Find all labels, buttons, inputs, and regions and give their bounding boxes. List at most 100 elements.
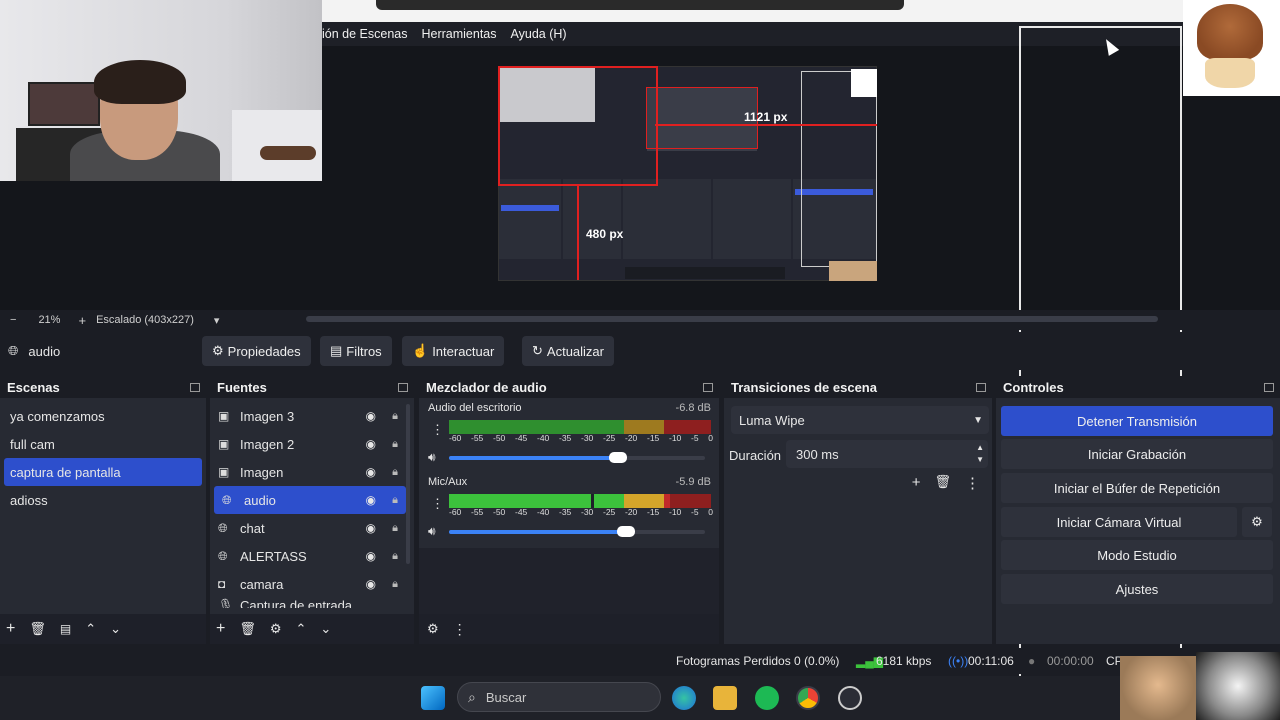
transition-selected: Luma Wipe [739, 412, 805, 428]
virtual-camera-button[interactable]: Iniciar Cámara Virtual [1001, 507, 1237, 537]
undock-icon[interactable] [190, 382, 200, 392]
speaker-icon[interactable]: 🔊︎ [428, 450, 436, 465]
more-icon[interactable]: ⋮ [965, 474, 980, 492]
sources-scrollbar[interactable] [406, 404, 410, 564]
source-item[interactable]: 🎙︎ Captura de entrada [210, 598, 414, 608]
transition-select[interactable]: Luma Wipe ▼ [731, 406, 989, 434]
duration-input[interactable]: 300 ms ▲ ▼ [786, 440, 988, 468]
lock-icon[interactable]: 🔒︎ [392, 522, 398, 535]
trash-icon[interactable]: 🗑︎ [239, 621, 256, 637]
undock-icon[interactable] [976, 382, 986, 392]
more-icon[interactable]: ⋮ [431, 496, 444, 512]
lock-icon[interactable]: 🔒︎ [392, 438, 398, 451]
more-icon[interactable]: ⋮ [453, 621, 467, 638]
move-up-icon[interactable]: ⌃ [296, 621, 307, 637]
scene-item[interactable]: ya comenzamos [0, 402, 206, 430]
obs-icon[interactable] [838, 686, 862, 710]
volume-knob[interactable] [608, 452, 627, 463]
status-bar: Fotogramas Perdidos 0 (0.0%) ▂▄▆ 6181 kb… [0, 648, 1280, 674]
stop-streaming-button[interactable]: Detener Transmisión [1001, 406, 1273, 436]
speaker-icon[interactable]: 🔊︎ [428, 524, 436, 539]
eye-icon[interactable]: ◉ [366, 577, 376, 591]
eye-icon[interactable]: ◉ [366, 409, 376, 423]
properties-button[interactable]: ⚙ Propiedades [202, 336, 311, 366]
scene-item[interactable]: full cam [0, 430, 206, 458]
eye-icon[interactable]: ◉ [366, 521, 376, 535]
menu-help[interactable]: Ayuda (H) [511, 27, 567, 41]
add-scene-icon[interactable]: + [6, 620, 15, 638]
lock-icon[interactable]: 🔒︎ [392, 410, 398, 423]
undock-icon[interactable] [1264, 382, 1274, 392]
transform-box[interactable] [498, 66, 658, 186]
eye-icon[interactable]: ◉ [366, 465, 376, 479]
duration-label: Duración [729, 448, 782, 463]
gear-icon[interactable]: ⚙ [427, 621, 439, 637]
refresh-button[interactable]: ↻ Actualizar [522, 336, 614, 366]
lock-icon[interactable]: 🔒︎ [392, 494, 398, 507]
image-icon: ▣ [218, 437, 230, 451]
add-source-icon[interactable]: + [216, 620, 225, 638]
lock-icon[interactable]: 🔒︎ [392, 578, 398, 591]
globe-icon: 🌐︎ [222, 492, 232, 507]
gear-icon[interactable]: ⚙ [270, 621, 282, 637]
filters-button[interactable]: ▤ Filtros [320, 336, 392, 366]
meter-ticks: -60 -55 -50 -45 -40 -35 -30 -25 -20 -15 -10 -5 0 [449, 433, 713, 443]
menu-scene-collection[interactable]: ión de Escenas [322, 27, 407, 41]
controls-dock: Controles Detener Transmisión Iniciar Gr… [996, 376, 1280, 644]
add-icon[interactable]: + [912, 474, 921, 492]
filter-icon[interactable]: ▤ [60, 622, 71, 636]
guide-vertical [577, 186, 579, 280]
more-icon[interactable]: ⋮ [431, 422, 444, 438]
volume-slider[interactable] [449, 526, 705, 537]
source-item[interactable]: ▣ Imagen ◉ 🔒︎ [210, 458, 414, 486]
source-item-selected[interactable]: 🌐︎ audio ◉ 🔒︎ [214, 486, 406, 514]
move-up-icon[interactable]: ⌃ [85, 621, 96, 637]
spinner-icon[interactable]: ▲ ▼ [976, 442, 984, 466]
scene-item-selected[interactable]: captura de pantalla [4, 458, 202, 486]
volume-knob[interactable] [616, 526, 635, 537]
edge-icon[interactable] [672, 686, 696, 710]
virtual-camera-settings-button[interactable]: ⚙ [1242, 507, 1272, 537]
preview-scrollbar[interactable] [306, 316, 1158, 322]
image-icon: ▣ [218, 409, 230, 423]
zoom-level: 21% [38, 314, 61, 326]
taskbar-search[interactable]: ⌕ Buscar [457, 682, 661, 712]
start-recording-button[interactable]: Iniciar Grabación [1001, 439, 1273, 469]
source-item[interactable]: 🌐︎ chat ◉ 🔒︎ [210, 514, 414, 542]
chrome-icon[interactable] [796, 686, 820, 710]
settings-button[interactable]: Ajustes [1001, 574, 1273, 604]
file-explorer-icon[interactable] [713, 686, 737, 710]
trash-icon[interactable]: 🗑︎ [29, 621, 46, 637]
interact-button[interactable]: ☝ Interactuar [402, 336, 505, 366]
spotify-icon[interactable] [755, 686, 779, 710]
stream-time: 00:11:06 [968, 654, 1014, 668]
windows-start-icon[interactable] [421, 686, 445, 710]
source-item[interactable]: ▣ Imagen 3 ◉ 🔒︎ [210, 402, 414, 430]
move-down-icon[interactable]: ⌄ [320, 621, 331, 637]
source-item[interactable]: ▣ Imagen 2 ◉ 🔒︎ [210, 430, 414, 458]
source-item[interactable]: 🌐︎ ALERTASS ◉ 🔒︎ [210, 542, 414, 570]
gear-icon: ⚙ [212, 343, 224, 358]
zoom-in-button[interactable]: + [78, 313, 86, 328]
lock-icon[interactable]: 🔒︎ [392, 550, 398, 563]
move-down-icon[interactable]: ⌄ [110, 621, 121, 637]
eye-icon[interactable]: ◉ [366, 437, 376, 451]
scaling-dropdown-icon[interactable]: ▾ [214, 314, 220, 327]
channel-name: Mic/Aux [428, 476, 468, 488]
zoom-out-button[interactable]: − [10, 314, 16, 326]
menu-tools[interactable]: Herramientas [421, 27, 496, 41]
trash-icon[interactable]: 🗑︎ [934, 474, 951, 492]
globe-icon: 🌐︎ [218, 520, 228, 535]
eye-icon[interactable]: ◉ [366, 493, 376, 507]
volume-slider[interactable] [449, 452, 705, 463]
source-item[interactable]: ◘ camara ◉ 🔒︎ [210, 570, 414, 598]
scene-item[interactable]: adioss [0, 486, 206, 514]
controls-title: Controles [1003, 379, 1064, 395]
undock-icon[interactable] [398, 382, 408, 392]
lock-icon[interactable]: 🔒︎ [392, 466, 398, 479]
studio-mode-button[interactable]: Modo Estudio [1001, 540, 1273, 570]
titlebar-tab [376, 0, 904, 10]
replay-buffer-button[interactable]: Iniciar el Búfer de Repetición [1001, 473, 1273, 503]
eye-icon[interactable]: ◉ [366, 549, 376, 563]
undock-icon[interactable] [703, 382, 713, 392]
